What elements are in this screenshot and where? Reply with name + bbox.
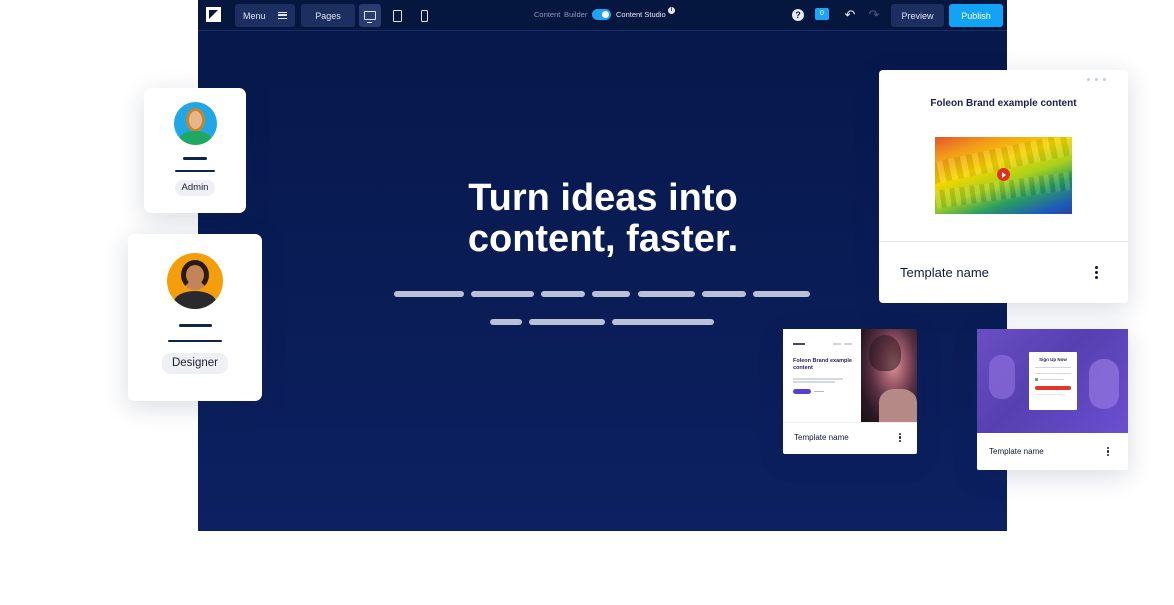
template-name: Template name [989,447,1044,456]
template-card[interactable]: Sign Up Now Template name [977,329,1128,470]
tablet-view-button[interactable] [386,4,408,27]
menu-button-label: Menu [243,10,266,21]
template-name: Template name [900,265,989,280]
hero-title-line-1: Turn ideas into [468,177,738,219]
help-icon[interactable]: ? [792,9,804,21]
hero-title: Turn ideas into content, faster. [358,178,848,260]
designer-avatar [167,253,223,309]
play-icon[interactable] [997,168,1010,181]
window-dots [1087,78,1106,81]
user-card-admin[interactable]: Admin [144,88,246,213]
feathers-video-thumbnail[interactable] [935,137,1072,214]
template-preview: Sign Up Now [977,329,1128,433]
portrait-image [861,329,917,422]
pages-button-label: Pages [315,10,341,21]
admin-avatar [173,102,217,145]
hamburger-icon [278,12,287,19]
placeholder-text-bar [753,291,810,297]
placeholder-text-bar [529,319,605,325]
placeholder-text-bar [612,319,714,325]
name-placeholder-bar [183,157,207,160]
publish-button-label: Publish [961,10,991,21]
undo-icon[interactable]: ↶ [843,8,857,22]
tablet-icon [392,9,402,22]
template-preview-heading: Foleon Brand example content [930,98,1077,109]
preview-button-label: Preview [901,10,934,21]
desktop-icon [364,11,376,23]
comments-icon[interactable]: 0 [815,8,829,20]
editor-toolbar: Menu Pages Content Builder Content Studi… [198,0,1007,31]
menu-button[interactable]: Menu [235,4,295,27]
pages-button[interactable]: Pages [301,4,355,27]
more-options-icon[interactable] [899,433,902,442]
template-preview-heading: Foleon Brand example content [793,358,852,371]
mode-label-content: Content [534,10,561,19]
name-placeholder-bar [178,324,212,327]
template-card[interactable]: Foleon Brand example content Template na… [783,329,917,454]
mode-label-content-studio: Content Studio [616,10,666,19]
user-card-designer[interactable]: Designer [128,234,262,401]
mode-toggle[interactable] [592,9,611,20]
placeholder-text-bar [541,291,585,297]
placeholder-text-bar [394,291,464,297]
more-options-icon[interactable] [1107,447,1110,456]
placeholder-text-bar [592,291,630,297]
foleon-logo-icon[interactable] [206,7,221,22]
desktop-view-button[interactable] [359,4,381,27]
placeholder-text-bar [702,291,746,297]
preview-cta-button [793,389,811,394]
mode-label-builder: Builder [564,10,588,19]
card-divider [783,422,917,423]
publish-button[interactable]: Publish [949,4,1003,27]
signup-heading: Sign Up Now [1039,357,1067,362]
template-card[interactable]: Foleon Brand example content Template na… [879,70,1128,303]
name-placeholder-bar [175,169,215,172]
template-preview: Foleon Brand example content [783,329,917,422]
hero-title-line-2: content, faster. [467,218,739,260]
more-options-icon[interactable] [1095,266,1098,279]
preview-signup-button [1035,386,1071,390]
placeholder-text-bar [490,319,522,325]
card-divider [879,241,1128,242]
placeholder-text-bar [638,291,695,297]
mobile-view-button[interactable] [413,4,435,27]
role-badge-designer: Designer [162,353,228,374]
signup-form-preview: Sign Up Now [1029,352,1077,410]
template-name: Template name [794,433,849,442]
preview-button[interactable]: Preview [891,4,944,27]
role-badge-admin: Admin [175,180,215,196]
placeholder-text-bar [471,291,534,297]
redo-icon[interactable]: ↷ [867,8,881,22]
info-icon[interactable]: i [668,7,675,14]
name-placeholder-bar [168,339,222,342]
mobile-icon [420,9,428,22]
